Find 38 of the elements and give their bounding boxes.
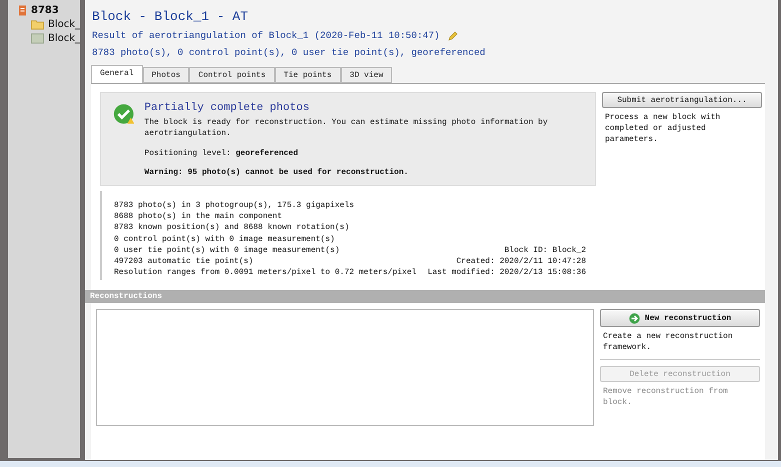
info-text: 8688 photo(s) in the main component: [114, 211, 282, 222]
block-icon: [31, 32, 44, 44]
tree-item[interactable]: 8783: [31, 4, 59, 16]
status-message: The block is ready for reconstruction. You can estimate missing photo information by aerotriangulation.: [144, 117, 549, 139]
positioning-level: Positioning level: georeferenced: [144, 149, 300, 158]
info-text: 8783 photo(s) in 3 photogroup(s), 175.3 gigapixels: [114, 200, 354, 212]
info-text: 0 control point(s) with 0 image measurement(s): [114, 234, 335, 245]
action-description: Create a new reconstruction framework.: [602, 331, 734, 354]
warning-text: Warning: 95 photo(s) cannot be used for reconstruction.: [144, 168, 410, 177]
reconstruction-list[interactable]: [96, 309, 594, 426]
tab[interactable]: Photos: [142, 67, 190, 83]
pencil-icon[interactable]: [448, 30, 458, 40]
info-detail: Block ID: Block_2: [504, 244, 586, 256]
info-text: 497203 automatic tie point(s): [114, 256, 254, 268]
info-text: 0 user tie point(s) with 0 image measurement(s): [114, 244, 340, 256]
check-icon: [113, 102, 134, 126]
tab[interactable]: Control points: [189, 67, 275, 83]
document-icon: [18, 4, 27, 16]
info-text: 8783 known position(s) and 8688 known rotation(s): [114, 222, 350, 234]
info-detail: Created: 2020/2/11 10:47:28: [456, 256, 586, 268]
tree-item[interactable]: Block_: [48, 18, 80, 30]
action-button[interactable]: New reconstruction: [600, 309, 760, 328]
section-header: Reconstructions: [85, 290, 765, 304]
block-title: Block - Block_1 - AT: [91, 8, 250, 24]
folder-icon: [31, 18, 44, 30]
status-title: Partially complete photos: [144, 102, 310, 114]
action-description: Process a new block with completed or adjusted parameters.: [604, 112, 722, 145]
info-text: Resolution ranges from 0.0091 meters/pixel to 0.72 meters/pixel: [114, 267, 416, 278]
action-button[interactable]: Submit aerotriangulation...: [602, 92, 762, 108]
tab[interactable]: General: [91, 65, 143, 83]
action-description: Remove reconstruction from block.: [602, 386, 729, 408]
arrow-icon: [628, 312, 640, 324]
tab[interactable]: 3D view: [340, 67, 392, 83]
block-summary: 8783 photo(s), 0 control point(s), 0 user tie point(s), georeferenced: [91, 46, 486, 58]
tab[interactable]: Tie points: [274, 67, 341, 83]
info-detail: Last modified: 2020/2/13 15:08:36: [428, 267, 586, 278]
tree-item[interactable]: Block_: [48, 32, 80, 44]
result-subtitle: Result of aerotriangulation of Block_1 (2020-Feb-11 10:50:47): [92, 30, 440, 41]
